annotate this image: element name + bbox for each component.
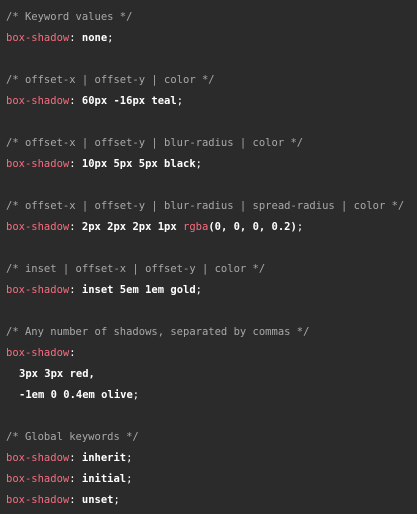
property-value: 3px 3px red, bbox=[19, 368, 95, 380]
declaration-line: box-shadow: initial; bbox=[6, 473, 133, 485]
declaration-line: box-shadow: unset; bbox=[6, 494, 120, 506]
comment-line: /* Keyword values */ bbox=[6, 10, 132, 24]
property-value: 60px -16px teal bbox=[81, 95, 177, 107]
property-name: box-shadow bbox=[6, 494, 70, 506]
property-name: box-shadow bbox=[6, 473, 70, 485]
property-name: box-shadow bbox=[6, 32, 70, 44]
css-code-block: /* Keyword values */ box-shadow: none; /… bbox=[0, 0, 417, 514]
property-value: -1em 0 0.4em olive bbox=[19, 389, 133, 401]
comment-line: /* Any number of shadows, separated by c… bbox=[6, 325, 309, 339]
comment-line: /* offset-x | offset-y | blur-radius | c… bbox=[6, 136, 303, 150]
property-value: 10px 5px 5px black bbox=[81, 158, 196, 170]
property-name: box-shadow bbox=[6, 284, 70, 296]
declaration-line: box-shadow: none; bbox=[6, 32, 114, 44]
declaration-line: box-shadow: 60px -16px teal; bbox=[6, 95, 184, 107]
property-value: none bbox=[81, 32, 108, 44]
property-name: box-shadow bbox=[6, 221, 70, 233]
property-name: box-shadow bbox=[6, 158, 70, 170]
property-name: box-shadow bbox=[6, 452, 70, 464]
comment-text: /* offset-x | offset-y | blur-radius | s… bbox=[6, 200, 405, 212]
comment-text: /* Any number of shadows, separated by c… bbox=[6, 326, 310, 338]
property-value: inherit bbox=[81, 452, 127, 464]
comment-line: /* offset-x | offset-y | blur-radius | s… bbox=[6, 199, 404, 213]
property-value: inset 5em 1em gold bbox=[81, 284, 196, 296]
comment-line: /* Global keywords */ bbox=[6, 430, 139, 444]
comment-line: /* offset-x | offset-y | color */ bbox=[6, 73, 215, 87]
value-line: 3px 3px red, bbox=[19, 367, 95, 381]
declaration-line: box-shadow: inherit; bbox=[6, 452, 133, 464]
comment-text: /* Keyword values */ bbox=[6, 11, 133, 23]
property-value: 2px 2px 2px 1px bbox=[81, 221, 184, 233]
property-name: box-shadow bbox=[6, 95, 70, 107]
comment-text: /* offset-x | offset-y | blur-radius | c… bbox=[6, 137, 304, 149]
property-name: box-shadow bbox=[6, 347, 70, 359]
declaration-line: box-shadow: inset 5em 1em gold; bbox=[6, 284, 202, 296]
property-value: unset bbox=[81, 494, 114, 506]
function-args: (0, 0, 0, 0.2) bbox=[208, 221, 297, 233]
function-name: rgba bbox=[183, 221, 209, 233]
property-value: initial bbox=[81, 473, 127, 485]
comment-text: /* offset-x | offset-y | color */ bbox=[6, 74, 215, 86]
value-line: -1em 0 0.4em olive; bbox=[19, 389, 140, 401]
declaration-line: box-shadow: 2px 2px 2px 1px rgba(0, 0, 0… bbox=[6, 221, 304, 233]
declaration-line: box-shadow: 10px 5px 5px black; bbox=[6, 158, 202, 170]
comment-line: /* inset | offset-x | offset-y | color *… bbox=[6, 262, 265, 276]
comment-text: /* inset | offset-x | offset-y | color *… bbox=[6, 263, 266, 275]
comment-text: /* Global keywords */ bbox=[6, 431, 139, 443]
declaration-line: box-shadow: bbox=[6, 347, 76, 359]
